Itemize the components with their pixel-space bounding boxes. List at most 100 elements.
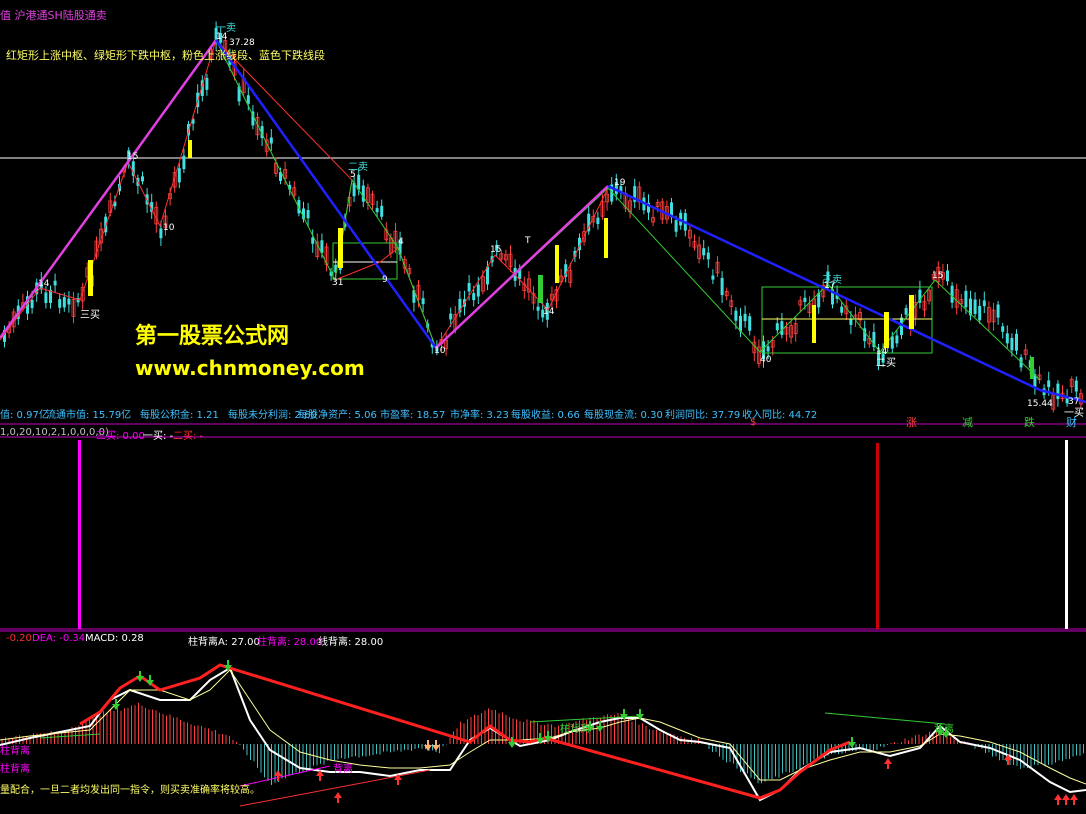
candle-body [269,137,273,144]
macd-diff-label: -0.20 [6,633,32,644]
sell-arrow-icon [424,740,432,751]
bi-lines-down [215,39,1041,381]
label-n31: 31 [332,278,344,288]
fin-item: 值: 0.97亿 [0,410,49,421]
label-buy2: 二买 [876,358,896,369]
candle-body [375,208,379,213]
candle-body [711,275,715,280]
candle-body [720,277,724,296]
buy-arrow-icon [884,758,892,769]
signal-bar-red [876,443,879,629]
candle-body [996,304,1000,318]
candle-body [53,280,57,286]
tag-down[interactable]: 跌 [1024,414,1035,430]
fin-strip: 值: 0.97亿 流通市值: 15.79亿 每股公积金: 1.21 每股未分利润… [0,406,1086,421]
candle-body [141,176,144,182]
watermark-cn: 第一股票公式网 [135,324,290,349]
candle-body [1001,326,1005,332]
label-n40: 40 [760,355,772,365]
candle-body [775,323,779,331]
signal-buy1-label: 一买: - [143,431,174,442]
fin-item: 每股公积金: 1.21 [140,410,219,421]
candle-body [380,205,384,217]
candle-body [467,283,471,292]
candle-body [476,284,480,297]
candle-body [780,321,784,335]
candle-body [30,300,34,308]
buy-arrow-icon [334,792,342,803]
down-segment-line-1 [214,39,438,349]
fin-item: 利润同比: 37.79 [665,410,741,421]
macd-histogram [1,702,1084,786]
macd-line-div: 线背离: 28.00 [318,637,384,648]
tag-reduce[interactable]: 减 [962,414,973,430]
zhongshu-box-2 [761,286,933,354]
signal-bar-magenta [78,440,81,629]
candle-body [449,313,453,320]
fin-item: 每股现金流: 0.30 [584,410,663,421]
candle-body [904,308,908,315]
up-segment-line-2 [435,185,609,349]
buy-arrow-icon [1070,794,1078,805]
candle-body [357,174,361,190]
candle-body [1056,383,1060,400]
candle-body [982,300,986,307]
tag-dollar[interactable]: $ [750,417,756,428]
candle-body [536,306,540,311]
signal-buy2-label: 二买: - [173,431,204,442]
candle-body [421,298,425,305]
label-n19: 19 [614,178,626,188]
sell-arrow-icon [136,671,144,682]
sell-arrow-icon [432,740,440,751]
candle-body [743,313,747,322]
candle-body [205,77,209,90]
chart-stage: 值 沪港通SH陆股通卖 红矩形上涨中枢、绿矩形下跌中枢，粉色上涨线段、蓝色下跌线… [0,0,1086,810]
candle-body [1005,333,1009,344]
candle-body [973,299,977,314]
candle-body [978,305,982,321]
macd-bottom-note: 量配合，一旦二者均发出同一指令，则买卖准确率将较高。 [0,785,260,796]
candle-body [1015,333,1018,351]
candle-body [596,217,600,225]
tag-finance[interactable]: 财 [1066,414,1077,430]
label-top-index: 14 [216,32,228,42]
candle-body [840,306,844,313]
candle-body [766,346,770,352]
macd-bar-div: 柱背离: 28.00 [257,637,323,648]
label-buy3-left: 三买 [80,310,100,321]
label-n15-left: 15 [127,152,139,162]
legend-note: 红矩形上涨中枢、绿矩形下跌中枢，粉色上涨线段、蓝色下跌线段 [6,49,325,62]
label-top-value: 37.28 [229,38,255,48]
candle-body [182,155,186,170]
candle-body [159,228,163,239]
candle-body [706,252,710,260]
candlestick-series [3,21,1083,413]
indicator-title: 值 沪港通SH陆股通卖 [0,9,107,22]
macd-div-tag5: 背离 [934,724,954,735]
label-t-mark: T [525,236,531,246]
candle-body [306,210,310,219]
candle-body [1074,380,1078,392]
signal-bar-white [1065,440,1068,629]
buy-arrow-icon [1054,794,1062,805]
candle-body [890,336,894,349]
label-n5: 5 [350,170,356,180]
label-n4: 4 [398,237,404,247]
label-n15-mid: 15 [490,245,502,255]
tag-up[interactable]: 涨 [906,414,917,430]
label-n9: 9 [382,275,388,285]
candle-body [739,315,742,332]
macd-value-label: MACD: 0.28 [85,633,144,644]
macd-div-tag2: 柱背离 [0,764,30,775]
label-n10-bottom: 10 [434,346,446,356]
candle-body [67,298,71,305]
candle-body [472,293,476,301]
signal-params: 1,0,20,10,2,1,0,0,0,0) [0,427,109,438]
candle-body [44,292,48,304]
fin-item: 流通市值: 15.79亿 [46,410,132,421]
stock-chart-canvas[interactable] [0,0,1086,810]
macd-bar-div-a: 柱背离A: 27.00 [188,637,260,648]
candle-body [1047,380,1051,388]
candle-body [1010,337,1014,351]
macd-div-tag4: 柱背离 [560,724,590,735]
